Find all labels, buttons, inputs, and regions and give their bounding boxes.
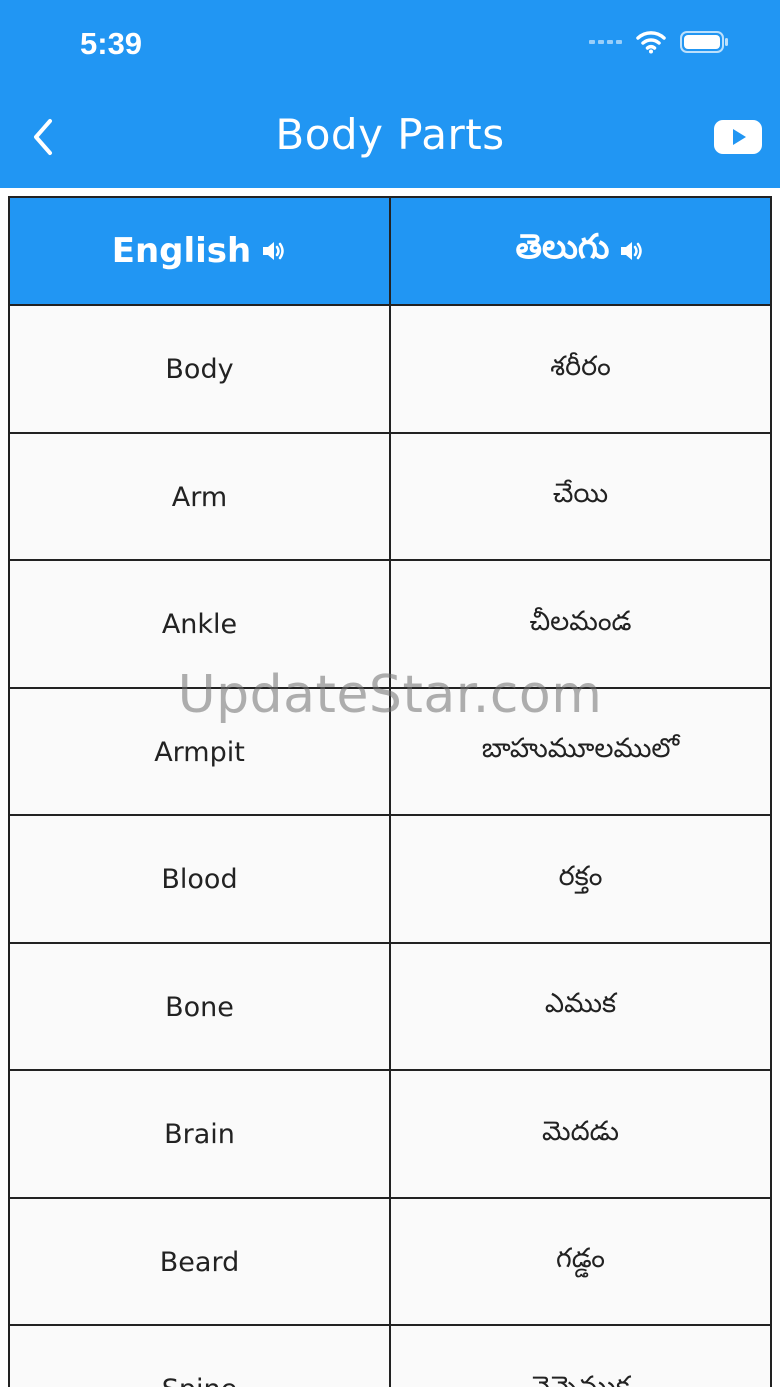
cell-telugu: రక్తం: [389, 816, 770, 942]
header-telugu-label: తెలుగు: [515, 227, 610, 267]
table-row[interactable]: Brain మెదడు: [10, 1071, 770, 1199]
header-telugu[interactable]: తెలుగు: [389, 198, 770, 304]
cell-telugu: చేయి: [389, 433, 770, 559]
table-header: English తెలుగు: [10, 198, 770, 306]
cell-telugu: మెదడు: [389, 1071, 770, 1197]
cell-english: Bone: [165, 991, 234, 1023]
cell-telugu: బాహుమూలములో: [389, 688, 770, 814]
cell-english: Spine: [10, 1326, 389, 1387]
app-bar: 5:39 Body Parts: [0, 0, 780, 188]
cell-english: Brain: [164, 1119, 235, 1151]
youtube-button[interactable]: [714, 120, 762, 154]
cell-telugu: గడ్డం: [389, 1198, 770, 1324]
cell-telugu: శరీరం: [389, 306, 770, 432]
cell-english: Blood: [161, 864, 238, 896]
table-row[interactable]: Body శరీరం: [10, 306, 770, 434]
cell-telugu: ఎముక: [389, 943, 770, 1069]
status-icons: [589, 30, 730, 54]
table-row[interactable]: Blood రక్తం: [10, 816, 770, 944]
speaker-icon: [263, 242, 285, 260]
status-time: 5:39: [80, 26, 143, 61]
table-row[interactable]: Beard గడ్డం: [10, 1198, 770, 1326]
cell-english: Beard: [159, 1246, 240, 1278]
speaker-icon: [621, 242, 643, 260]
page-title: Body Parts: [275, 110, 505, 159]
cell-telugu: చీలమండ: [389, 561, 770, 687]
table-row[interactable]: Arm చేయి: [10, 433, 770, 561]
table-row[interactable]: Ankle చీలమండ: [10, 561, 770, 689]
header-english[interactable]: English: [10, 198, 389, 304]
table-row[interactable]: Armpit బాహుమూలములో: [10, 688, 770, 816]
wifi-icon: [636, 31, 666, 54]
battery-icon: [680, 31, 728, 53]
cell-english: Body: [165, 354, 234, 386]
cell-english: Ankle: [161, 609, 238, 641]
table-row[interactable]: Spine వెన్నెముక: [10, 1326, 770, 1387]
header-english-label: English: [111, 231, 252, 271]
cellular-signal-icon: [589, 40, 622, 44]
cell-english: Armpit: [154, 736, 245, 768]
table-row[interactable]: Bone ఎముక: [10, 943, 770, 1071]
vocabulary-table: English తెలుగు Body శరీరం Arm చేయి Ankle…: [8, 196, 772, 1387]
cell-telugu: వెన్నెముక: [389, 1326, 770, 1387]
youtube-icon: [714, 120, 762, 154]
cell-english: Arm: [171, 481, 228, 513]
